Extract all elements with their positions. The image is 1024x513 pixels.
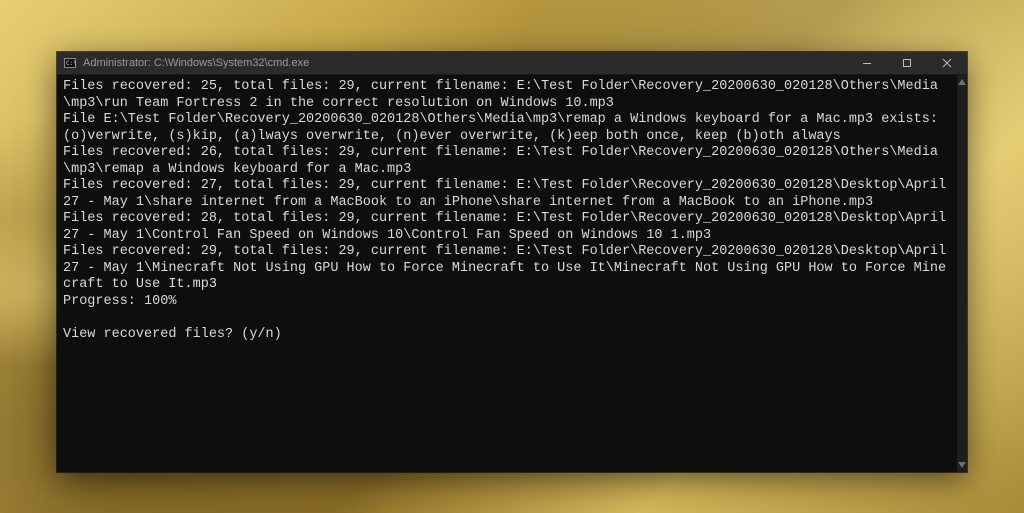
vertical-scrollbar[interactable] bbox=[957, 75, 967, 472]
titlebar[interactable]: C:\ Administrator: C:\Windows\System32\c… bbox=[57, 52, 967, 75]
cmd-window: C:\ Administrator: C:\Windows\System32\c… bbox=[57, 52, 967, 472]
close-button[interactable] bbox=[927, 52, 967, 74]
scroll-down-arrow-icon[interactable] bbox=[957, 460, 967, 470]
minimize-button[interactable] bbox=[847, 52, 887, 74]
scroll-track[interactable] bbox=[957, 87, 967, 460]
svg-text:C:\: C:\ bbox=[66, 60, 76, 67]
desktop-background: C:\ Administrator: C:\Windows\System32\c… bbox=[0, 0, 1024, 513]
cmd-icon: C:\ bbox=[63, 56, 77, 70]
scroll-up-arrow-icon[interactable] bbox=[957, 77, 967, 87]
window-title: Administrator: C:\Windows\System32\cmd.e… bbox=[83, 57, 309, 69]
terminal-area: Files recovered: 25, total files: 29, cu… bbox=[57, 75, 967, 472]
window-controls bbox=[847, 52, 967, 74]
maximize-button[interactable] bbox=[887, 52, 927, 74]
terminal-output[interactable]: Files recovered: 25, total files: 29, cu… bbox=[57, 75, 957, 472]
